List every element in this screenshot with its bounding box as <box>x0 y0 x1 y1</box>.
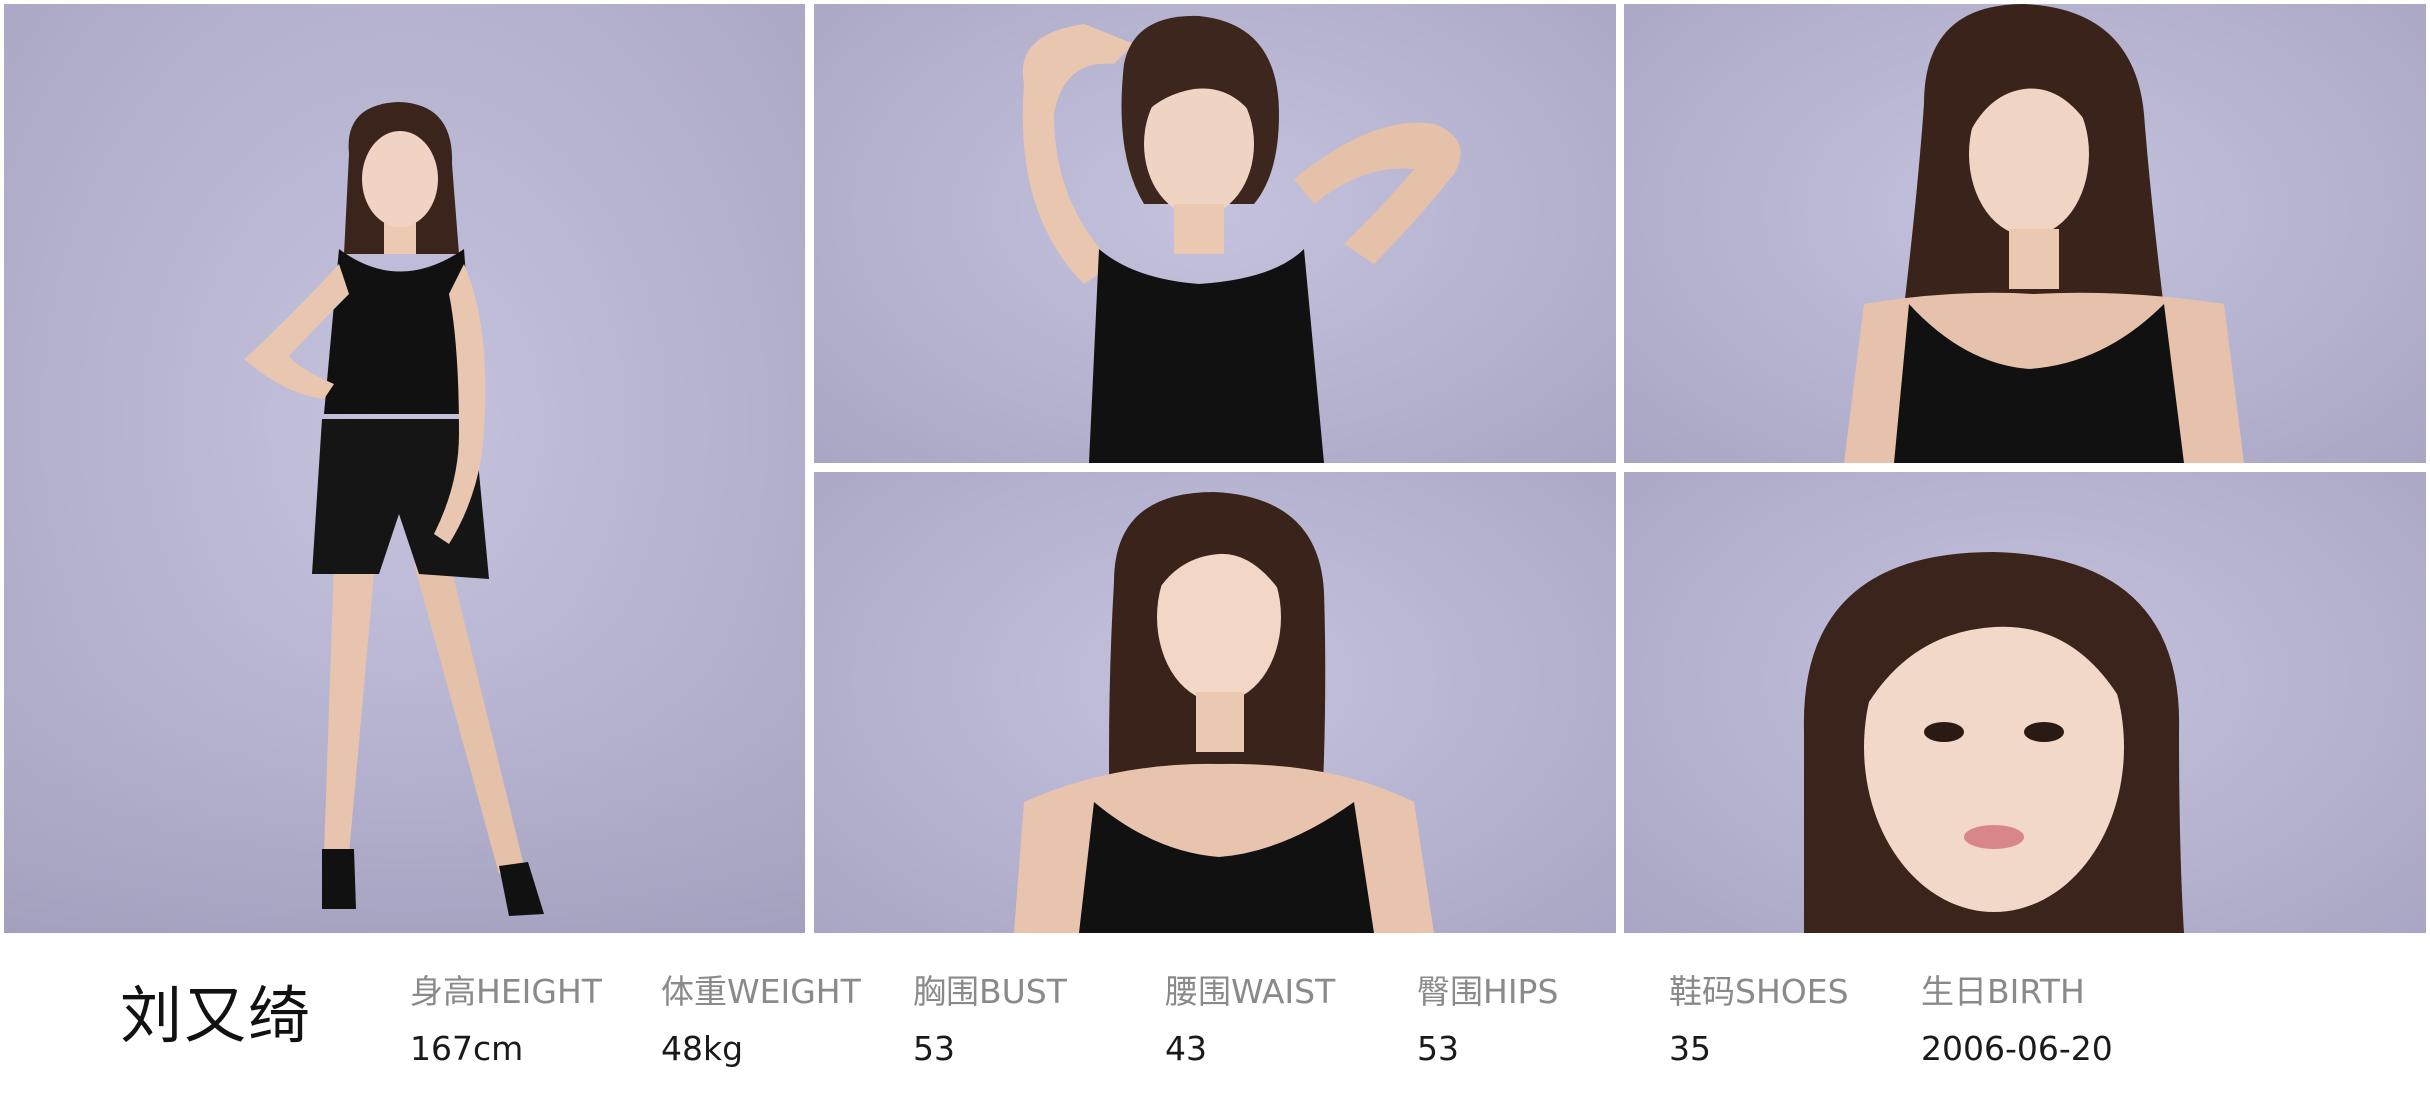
profile-info-bar: 刘又绮 身高HEIGHT 167cm 体重WEIGHT 48kg 胸围BUST … <box>0 933 2430 1116</box>
stat-label: 臀围HIPS <box>1417 972 1559 1011</box>
full-body-figure-graphic <box>4 102 805 933</box>
stat-value: 53 <box>913 1029 955 1068</box>
stat-label: 生日BIRTH <box>1921 972 2085 1011</box>
close-up-figure-graphic <box>1803 552 2184 933</box>
stat-label: 体重WEIGHT <box>661 972 861 1011</box>
stat-hips: 臀围HIPS 53 <box>1417 975 1657 1065</box>
stat-birth: 生日BIRTH 2006-06-20 <box>1921 975 2161 1065</box>
arms-raised-figure-graphic <box>1022 15 1461 463</box>
model-card: 刘又绮 身高HEIGHT 167cm 体重WEIGHT 48kg 胸围BUST … <box>0 0 2430 1116</box>
front-portrait-figure-graphic <box>1014 492 1434 933</box>
photo-arms-raised <box>814 4 1616 463</box>
stat-label: 鞋码SHOES <box>1669 972 1849 1011</box>
stat-value: 35 <box>1669 1029 1711 1068</box>
stat-bust: 胸围BUST 53 <box>913 975 1153 1065</box>
stat-value: 53 <box>1417 1029 1459 1068</box>
stat-value: 2006-06-20 <box>1921 1029 2113 1068</box>
stat-label: 身高HEIGHT <box>410 972 602 1011</box>
stat-value: 167cm <box>410 1029 524 1068</box>
stat-height: 身高HEIGHT 167cm <box>410 975 650 1065</box>
model-name: 刘又绮 <box>120 979 313 1052</box>
photo-full-body <box>4 4 805 933</box>
photo-three-quarter <box>1624 4 2426 463</box>
photo-close-up <box>1624 472 2426 933</box>
stat-value: 48kg <box>661 1029 744 1068</box>
three-quarter-figure-graphic <box>1844 4 2244 463</box>
stat-value: 43 <box>1165 1029 1207 1068</box>
stat-label: 胸围BUST <box>913 972 1067 1011</box>
stat-waist: 腰围WAIST 43 <box>1165 975 1405 1065</box>
stat-weight: 体重WEIGHT 48kg <box>661 975 901 1065</box>
stat-label: 腰围WAIST <box>1165 972 1336 1011</box>
stat-shoes: 鞋码SHOES 35 <box>1669 975 1909 1065</box>
photo-front-portrait <box>814 472 1616 933</box>
